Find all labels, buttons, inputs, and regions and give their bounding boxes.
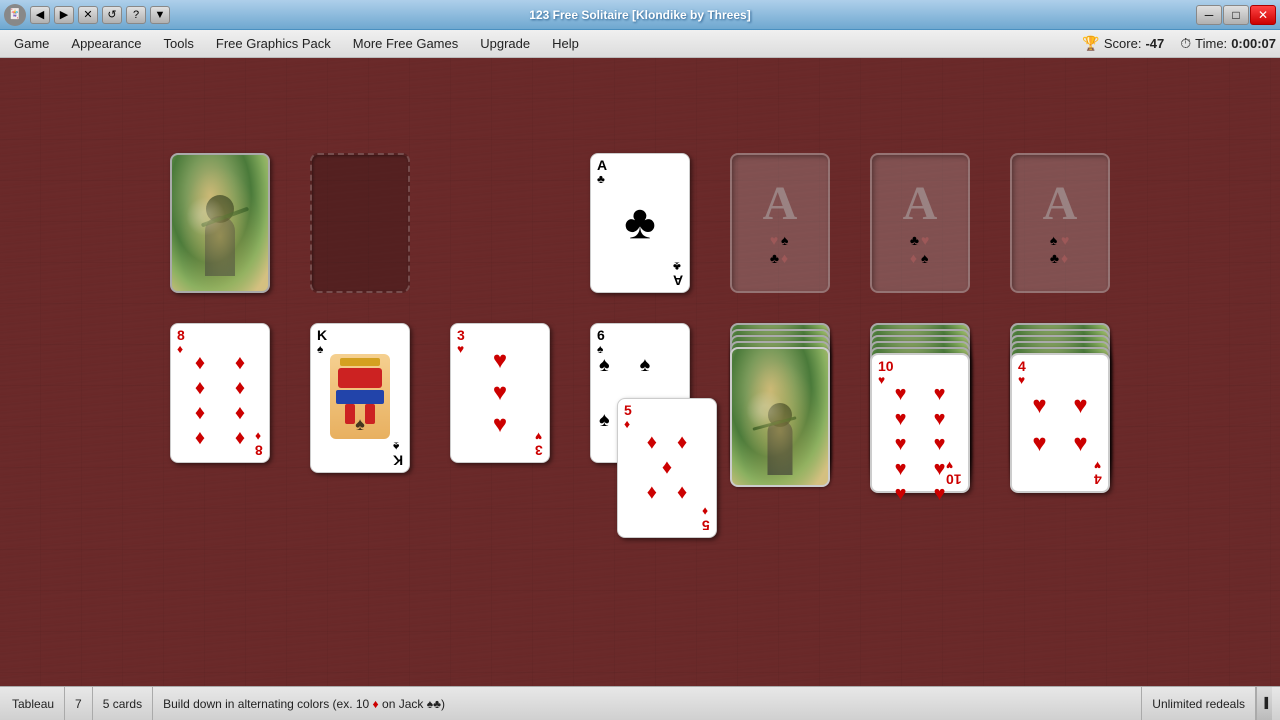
card-center-suit: ♣: [624, 196, 656, 251]
clock-icon: ⏱: [1180, 35, 1191, 52]
titlebar-left: 🃏 ◀ ▶ ✕ ↺ ? ▼: [4, 4, 170, 26]
tableau-7-top-card[interactable]: 4 ♥ ♥♥ ♥♥ 4 ♥: [1010, 353, 1110, 493]
toolbar-refresh[interactable]: ↺: [102, 6, 122, 24]
status-rule-text: Build down in alternating colors (ex. 10: [163, 697, 369, 711]
window-controls: ─ □ ✕: [1196, 5, 1276, 25]
status-rule-text2: on Jack ♠♣): [382, 697, 445, 711]
tableau-2-card[interactable]: K ♠ ♚ ♠ K ♠: [310, 323, 410, 473]
maximize-button[interactable]: □: [1223, 5, 1249, 25]
score-icon: 🏆: [1082, 35, 1099, 52]
score-time-area: 🏆 Score: -47 ⏱ Time: 0:00:07: [1082, 35, 1276, 52]
foundation-4-empty[interactable]: A ♠ ♥ ♣ ♦: [1010, 153, 1110, 293]
status-mode: Tableau: [8, 687, 65, 720]
status-redeals-value: Unlimited redeals: [1152, 697, 1245, 711]
menu-upgrade[interactable]: Upgrade: [470, 33, 540, 54]
menu-tools[interactable]: Tools: [154, 33, 204, 54]
status-tableau-label: Tableau: [12, 697, 54, 711]
waste-pile[interactable]: [310, 153, 410, 293]
close-button[interactable]: ✕: [1250, 5, 1276, 25]
card-value-tl: A ♣: [597, 158, 607, 187]
foundation-1-card[interactable]: A ♣ ♣ A ♣: [590, 153, 690, 293]
menu-help[interactable]: Help: [542, 33, 589, 54]
tableau-3-card[interactable]: 3 ♥ ♥ ♥ ♥ 3 ♥: [450, 323, 550, 463]
status-cards-value: 5 cards: [103, 697, 142, 711]
minimize-button[interactable]: ─: [1196, 5, 1222, 25]
status-redeals: Unlimited redeals: [1142, 687, 1256, 720]
score-area: 🏆 Score: -47: [1082, 35, 1164, 52]
statusbar: Tableau 7 5 cards Build down in alternat…: [0, 686, 1280, 720]
status-count-value: 7: [75, 697, 82, 711]
score-value: -47: [1145, 36, 1164, 51]
stock-pile[interactable]: [170, 153, 270, 293]
menu-appearance[interactable]: Appearance: [61, 33, 151, 54]
menubar: Game Appearance Tools Free Graphics Pack…: [0, 30, 1280, 58]
status-count: 7: [65, 687, 93, 720]
time-label: Time:: [1195, 36, 1227, 51]
window-title: 123 Free Solitaire [Klondike by Threes]: [529, 8, 750, 22]
toolbar-down[interactable]: ▼: [150, 6, 170, 24]
time-value: 0:00:07: [1231, 36, 1276, 51]
time-area: ⏱ Time: 0:00:07: [1180, 35, 1276, 52]
status-build-rule: Build down in alternating colors (ex. 10…: [153, 687, 1142, 720]
tableau-6-top-card[interactable]: 10 ♥ ♥♥ ♥♥ ♥♥ ♥♥ ♥♥ 10 ♥: [870, 353, 970, 493]
menu-free-graphics[interactable]: Free Graphics Pack: [206, 33, 341, 54]
scrollbar-indicator[interactable]: ▐: [1256, 687, 1272, 720]
score-label: Score:: [1104, 36, 1142, 51]
menu-game[interactable]: Game: [4, 33, 59, 54]
titlebar: 🃏 ◀ ▶ ✕ ↺ ? ▼ 123 Free Solitaire [Klondi…: [0, 0, 1280, 30]
toolbar-help[interactable]: ?: [126, 6, 146, 24]
toolbar-stop[interactable]: ✕: [78, 6, 98, 24]
menu-more-games[interactable]: More Free Games: [343, 33, 468, 54]
foundation-3-empty[interactable]: A ♣ ♥ ♦ ♠: [870, 153, 970, 293]
tableau-1-card[interactable]: 8 ♦ ♦ ♦ ♦ ♦ ♦ ♦ ♦ ♦ 8 ♦: [170, 323, 270, 463]
toolbar-back[interactable]: ◀: [30, 6, 50, 24]
tableau-4-card-5d[interactable]: 5 ♦ ♦♦ ♦ ♦♦ 5 ♦: [617, 398, 717, 538]
game-area[interactable]: A ♣ ♣ A ♣ A ♥ ♠ ♣ ♦ A ♣ ♥ ♦ ♠ A ♠ ♥: [0, 58, 1280, 686]
status-cards: 5 cards: [93, 687, 153, 720]
app-icon: 🃏: [4, 4, 26, 26]
foundation-2-empty[interactable]: A ♥ ♠ ♣ ♦: [730, 153, 830, 293]
toolbar-forward[interactable]: ▶: [54, 6, 74, 24]
card-value-br: A ♣: [673, 259, 683, 288]
